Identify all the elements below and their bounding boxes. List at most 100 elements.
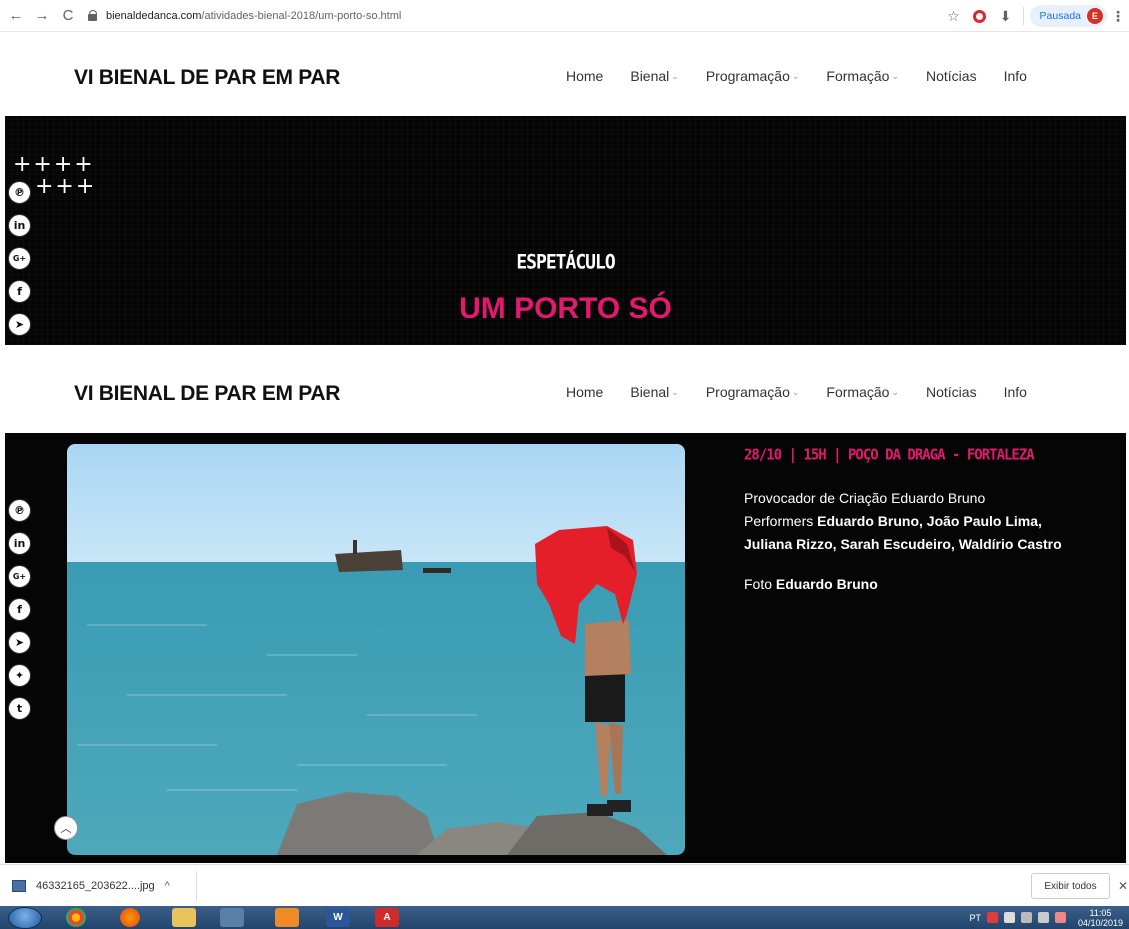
file-explorer-icon[interactable] bbox=[172, 908, 196, 927]
event-content: 28/10 | 15H | POÇO DA DRAGA - FORTALEZA … bbox=[5, 433, 1126, 863]
chevron-down-icon: ⌄ bbox=[891, 70, 899, 81]
app-icon[interactable] bbox=[220, 908, 244, 927]
language-indicator[interactable]: PT bbox=[969, 913, 981, 923]
antivirus-icon[interactable] bbox=[986, 912, 998, 923]
download-item[interactable]: 46332165_203622....jpg ^ bbox=[12, 873, 170, 899]
google-plus-icon[interactable]: G+ bbox=[8, 247, 31, 270]
credit-role: Performers bbox=[744, 513, 814, 529]
opera-extension-icon[interactable] bbox=[969, 5, 991, 27]
word-icon[interactable]: W bbox=[326, 908, 350, 927]
chevron-down-icon: ⌄ bbox=[791, 386, 800, 397]
flag-icon[interactable] bbox=[1003, 912, 1015, 923]
nav-item-bienal[interactable]: Bienal ⌄ bbox=[630, 384, 678, 400]
nav-item-programacao[interactable]: Programação ⌄ bbox=[706, 68, 800, 84]
telegram-icon[interactable]: ➤ bbox=[8, 313, 31, 336]
image-file-icon bbox=[12, 880, 26, 892]
event-photo bbox=[67, 444, 685, 855]
star-bookmark-icon[interactable]: ☆ bbox=[943, 5, 965, 27]
photo-credit: Foto Eduardo Bruno bbox=[744, 576, 1084, 592]
share-bar-hero: ℗ in G+ f ➤ bbox=[8, 181, 31, 346]
toolbar-divider bbox=[1022, 7, 1024, 25]
pinterest-icon[interactable]: ℗ bbox=[8, 499, 31, 522]
browser-menu-icon[interactable]: ⋮ bbox=[1111, 8, 1125, 25]
download-divider bbox=[196, 871, 197, 901]
signal-icon[interactable] bbox=[1037, 912, 1049, 923]
twitter-icon[interactable]: ✦ bbox=[8, 664, 31, 687]
back-arrow-icon[interactable]: ← bbox=[6, 6, 26, 26]
linkedin-icon[interactable]: in bbox=[8, 532, 31, 555]
chrome-icon[interactable] bbox=[66, 908, 86, 927]
google-plus-icon[interactable]: G+ bbox=[8, 565, 31, 588]
start-button[interactable] bbox=[8, 907, 42, 929]
photo-credit-name: Eduardo Bruno bbox=[775, 576, 878, 592]
system-tray: PT 11:05 04/10/2019 bbox=[969, 907, 1123, 928]
nav-item-programacao[interactable]: Programação ⌄ bbox=[706, 384, 800, 400]
profile-status-label: Pausada bbox=[1039, 10, 1081, 22]
download-extension-icon[interactable]: ⬇ bbox=[995, 5, 1017, 27]
photo-credit-role: Foto bbox=[744, 576, 773, 592]
hero-banner: ++++ +++ ESPETÁCULO UM PORTO SÓ bbox=[5, 116, 1126, 345]
nav-label: Formação bbox=[826, 384, 890, 400]
chevron-down-icon: ⌄ bbox=[891, 386, 899, 397]
network-icon[interactable] bbox=[1020, 912, 1032, 923]
avatar: E bbox=[1087, 8, 1103, 24]
nav-label: Notícias bbox=[926, 68, 977, 84]
site-logo-title[interactable]: VI BIENAL DE PAR EM PAR bbox=[74, 382, 340, 406]
nav-item-formacao[interactable]: Formação ⌄ bbox=[826, 68, 899, 84]
nav-item-bienal[interactable]: Bienal ⌄ bbox=[630, 68, 678, 84]
media-player-icon[interactable] bbox=[275, 908, 299, 927]
nav-label: Home bbox=[566, 384, 604, 400]
browser-toolbar: ← → C bienaldedanca.com/atividades-biena… bbox=[0, 0, 1129, 32]
site-header-sticky: VI BIENAL DE PAR EM PAR Home Bienal ⌄ Pro… bbox=[0, 352, 1129, 432]
nav-label: Bienal bbox=[630, 68, 670, 84]
event-credits: Provocador de Criação Eduardo Bruno Perf… bbox=[744, 487, 1084, 556]
facebook-icon[interactable]: f bbox=[8, 598, 31, 621]
nav-item-noticias[interactable]: Notícias bbox=[926, 384, 977, 400]
facebook-icon[interactable]: f bbox=[8, 280, 31, 303]
forward-arrow-icon[interactable]: → bbox=[32, 6, 52, 26]
scroll-to-top-button[interactable]: ︿ bbox=[54, 816, 78, 840]
windows-taskbar: W A PT 11:05 04/10/2019 bbox=[0, 906, 1129, 929]
site-header: VI BIENAL DE PAR EM PAR Home Bienal ⌄ Pro… bbox=[0, 36, 1129, 116]
clock[interactable]: 11:05 04/10/2019 bbox=[1078, 908, 1123, 928]
nav-label: Programação bbox=[705, 384, 790, 400]
nav-label: Notícias bbox=[926, 384, 977, 400]
nav-item-home[interactable]: Home bbox=[566, 68, 603, 84]
pinterest-icon[interactable]: ℗ bbox=[8, 181, 31, 204]
nav-item-info[interactable]: Info bbox=[1004, 68, 1027, 84]
event-date-location: 28/10 | 15H | POÇO DA DRAGA - FORTALEZA bbox=[744, 446, 1035, 464]
profile-button[interactable]: Pausada E bbox=[1029, 5, 1107, 27]
nav-label: Programação bbox=[705, 68, 790, 84]
nav-item-formacao[interactable]: Formação ⌄ bbox=[826, 384, 899, 400]
volume-icon[interactable] bbox=[1054, 912, 1066, 923]
nav-item-home[interactable]: Home bbox=[566, 384, 603, 400]
main-navigation: Home Bienal ⌄ Programação ⌄ Formação ⌄ Notí… bbox=[566, 68, 1027, 84]
telegram-icon[interactable]: ➤ bbox=[8, 631, 31, 654]
nav-item-noticias[interactable]: Notícias bbox=[926, 68, 977, 84]
nav-label: Home bbox=[566, 68, 604, 84]
nav-label: Info bbox=[1003, 68, 1027, 84]
nav-label: Info bbox=[1003, 384, 1027, 400]
show-all-button[interactable]: Exibir todos bbox=[1031, 873, 1110, 899]
site-logo-title[interactable]: VI BIENAL DE PAR EM PAR bbox=[74, 66, 340, 90]
share-bar-content: ℗ in G+ f ➤ ✦ t bbox=[8, 499, 31, 730]
chevron-down-icon: ⌄ bbox=[671, 70, 679, 81]
linkedin-icon[interactable]: in bbox=[8, 214, 31, 237]
download-shelf: 46332165_203622....jpg ^ Exibir todos ✕ bbox=[0, 864, 1129, 906]
nav-item-info[interactable]: Info bbox=[1004, 384, 1027, 400]
clock-date: 04/10/2019 bbox=[1077, 917, 1123, 928]
firefox-icon[interactable] bbox=[120, 908, 140, 927]
page-title: UM PORTO SÓ bbox=[459, 292, 672, 325]
reload-icon[interactable]: C bbox=[58, 6, 78, 26]
tumblr-icon[interactable]: t bbox=[8, 697, 31, 720]
close-icon[interactable]: ✕ bbox=[1118, 879, 1128, 893]
event-details: 28/10 | 15H | POÇO DA DRAGA - FORTALEZA … bbox=[744, 446, 1084, 592]
address-bar[interactable]: bienaldedanca.com/atividades-bienal-2018… bbox=[88, 4, 848, 28]
download-filename: 46332165_203622....jpg bbox=[36, 880, 155, 892]
acrobat-icon[interactable]: A bbox=[375, 908, 399, 927]
credit-role: Provocador de Criação bbox=[744, 490, 888, 506]
credit-name: Eduardo Bruno bbox=[891, 490, 986, 506]
plus-row: ++++ bbox=[13, 152, 95, 177]
nav-label: Formação bbox=[826, 68, 890, 84]
chevron-up-icon[interactable]: ^ bbox=[165, 880, 170, 892]
